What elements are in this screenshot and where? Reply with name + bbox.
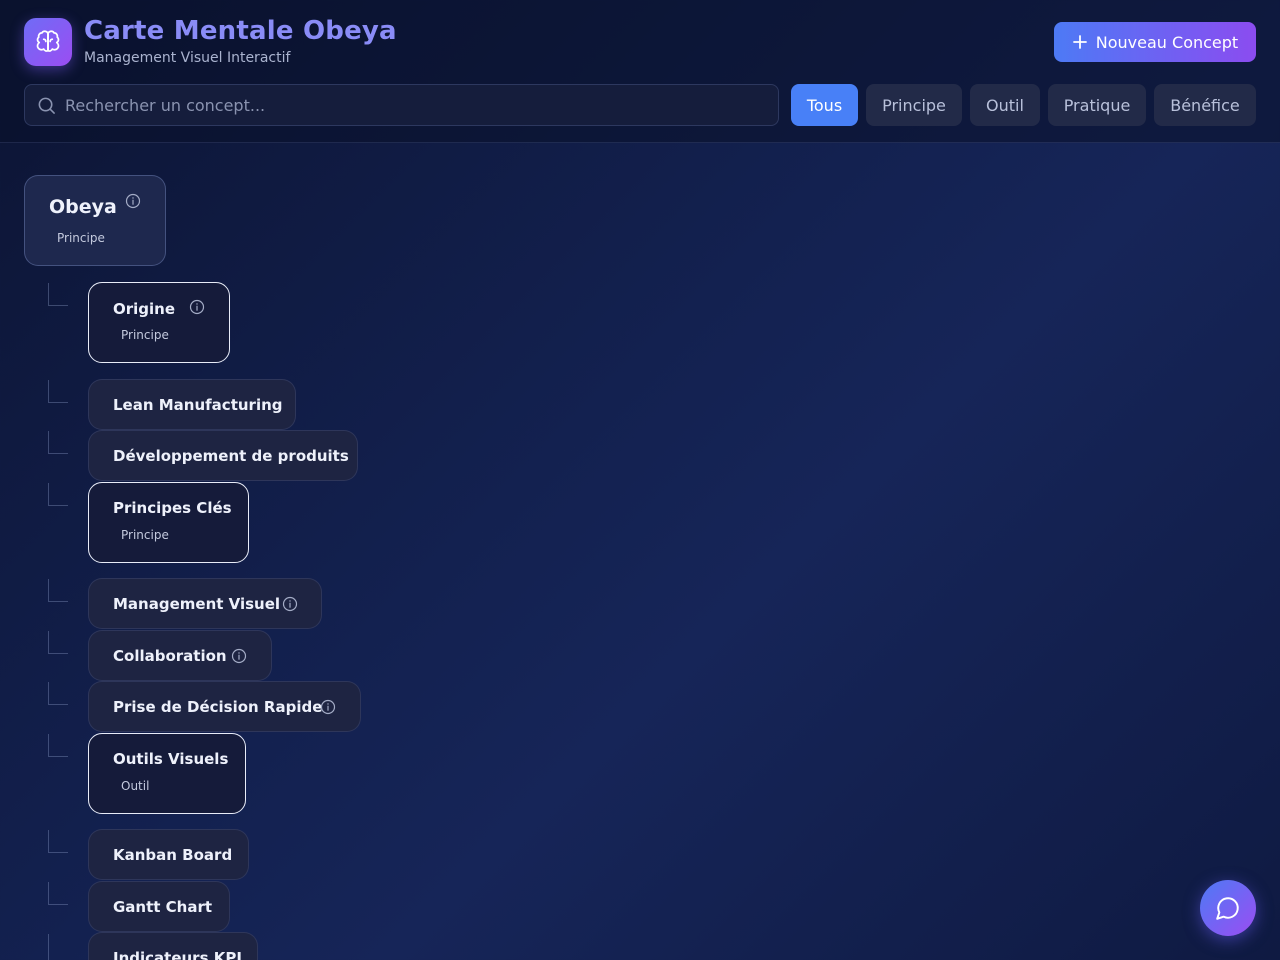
tree-connector [48, 431, 68, 454]
node-obeya[interactable]: Obeya Principe [24, 175, 166, 266]
node-origine[interactable]: Origine Principe [88, 282, 230, 363]
info-icon[interactable] [231, 648, 247, 664]
node-principes-cles[interactable]: Principes Clés Principe [88, 482, 249, 563]
node-kanban-board[interactable]: Kanban Board [88, 829, 249, 880]
node-tag: Principe [121, 328, 169, 342]
node-label: Prise de Décision Rapide [113, 698, 323, 716]
search-icon [38, 97, 55, 114]
node-outils-visuels[interactable]: Outils Visuels Outil [88, 733, 246, 814]
node-prise-decision-rapide[interactable]: Prise de Décision Rapide [88, 681, 361, 732]
node-label: Indicateurs KPI [113, 949, 242, 960]
tree-connector [48, 682, 68, 705]
tree-connector [48, 380, 68, 403]
node-label: Lean Manufacturing [113, 396, 283, 414]
node-label: Origine [113, 300, 176, 318]
node-label: Principes Clés [113, 499, 232, 517]
node-label: Management Visuel [113, 595, 281, 613]
tree-connector [48, 283, 68, 306]
search-input[interactable] [65, 85, 765, 125]
tree-connector [48, 934, 68, 960]
node-management-visuel[interactable]: Management Visuel [88, 578, 322, 629]
node-gantt-chart[interactable]: Gantt Chart [88, 881, 230, 932]
plus-icon [1072, 35, 1087, 49]
chat-button[interactable] [1200, 880, 1256, 936]
node-label: Gantt Chart [113, 898, 213, 916]
filter-pratique[interactable]: Pratique [1048, 84, 1146, 126]
node-tag: Principe [57, 231, 105, 245]
node-label: Outils Visuels [113, 750, 229, 768]
info-icon[interactable] [282, 596, 298, 612]
app-header: Carte Mentale Obeya Management Visuel In… [0, 0, 1280, 143]
tree-connector [48, 579, 68, 602]
node-lean-manufacturing[interactable]: Lean Manufacturing [88, 379, 296, 430]
filter-tous[interactable]: Tous [791, 84, 858, 126]
node-tag: Principe [121, 528, 169, 542]
tree-connector [48, 830, 68, 853]
node-collaboration[interactable]: Collaboration [88, 630, 272, 681]
node-label: Collaboration [113, 647, 227, 665]
app-title: Carte Mentale Obeya [84, 16, 397, 46]
info-icon[interactable] [320, 699, 336, 715]
tree-connector [48, 734, 68, 757]
filter-benefice[interactable]: Bénéfice [1154, 84, 1256, 126]
tree-connector [48, 882, 68, 905]
chat-bubble-icon [1216, 897, 1239, 920]
node-tag: Outil [121, 779, 150, 793]
info-icon[interactable] [125, 193, 141, 209]
tree-connector [48, 483, 68, 506]
filter-outil[interactable]: Outil [970, 84, 1040, 126]
new-concept-button[interactable]: Nouveau Concept [1054, 22, 1256, 62]
app-subtitle: Management Visuel Interactif [84, 50, 291, 66]
info-icon[interactable] [189, 299, 205, 315]
brain-icon [36, 30, 60, 52]
node-label: Développement de produits [113, 447, 349, 465]
app-logo [24, 18, 72, 66]
search-box[interactable] [24, 84, 779, 126]
node-label: Kanban Board [113, 846, 233, 864]
node-developpement-produits[interactable]: Développement de produits [88, 430, 358, 481]
filter-principe[interactable]: Principe [866, 84, 962, 126]
tree-connector [48, 631, 68, 654]
node-indicateurs-kpi[interactable]: Indicateurs KPI [88, 932, 258, 960]
new-concept-label: Nouveau Concept [1095, 32, 1239, 52]
node-label: Obeya [49, 196, 117, 218]
